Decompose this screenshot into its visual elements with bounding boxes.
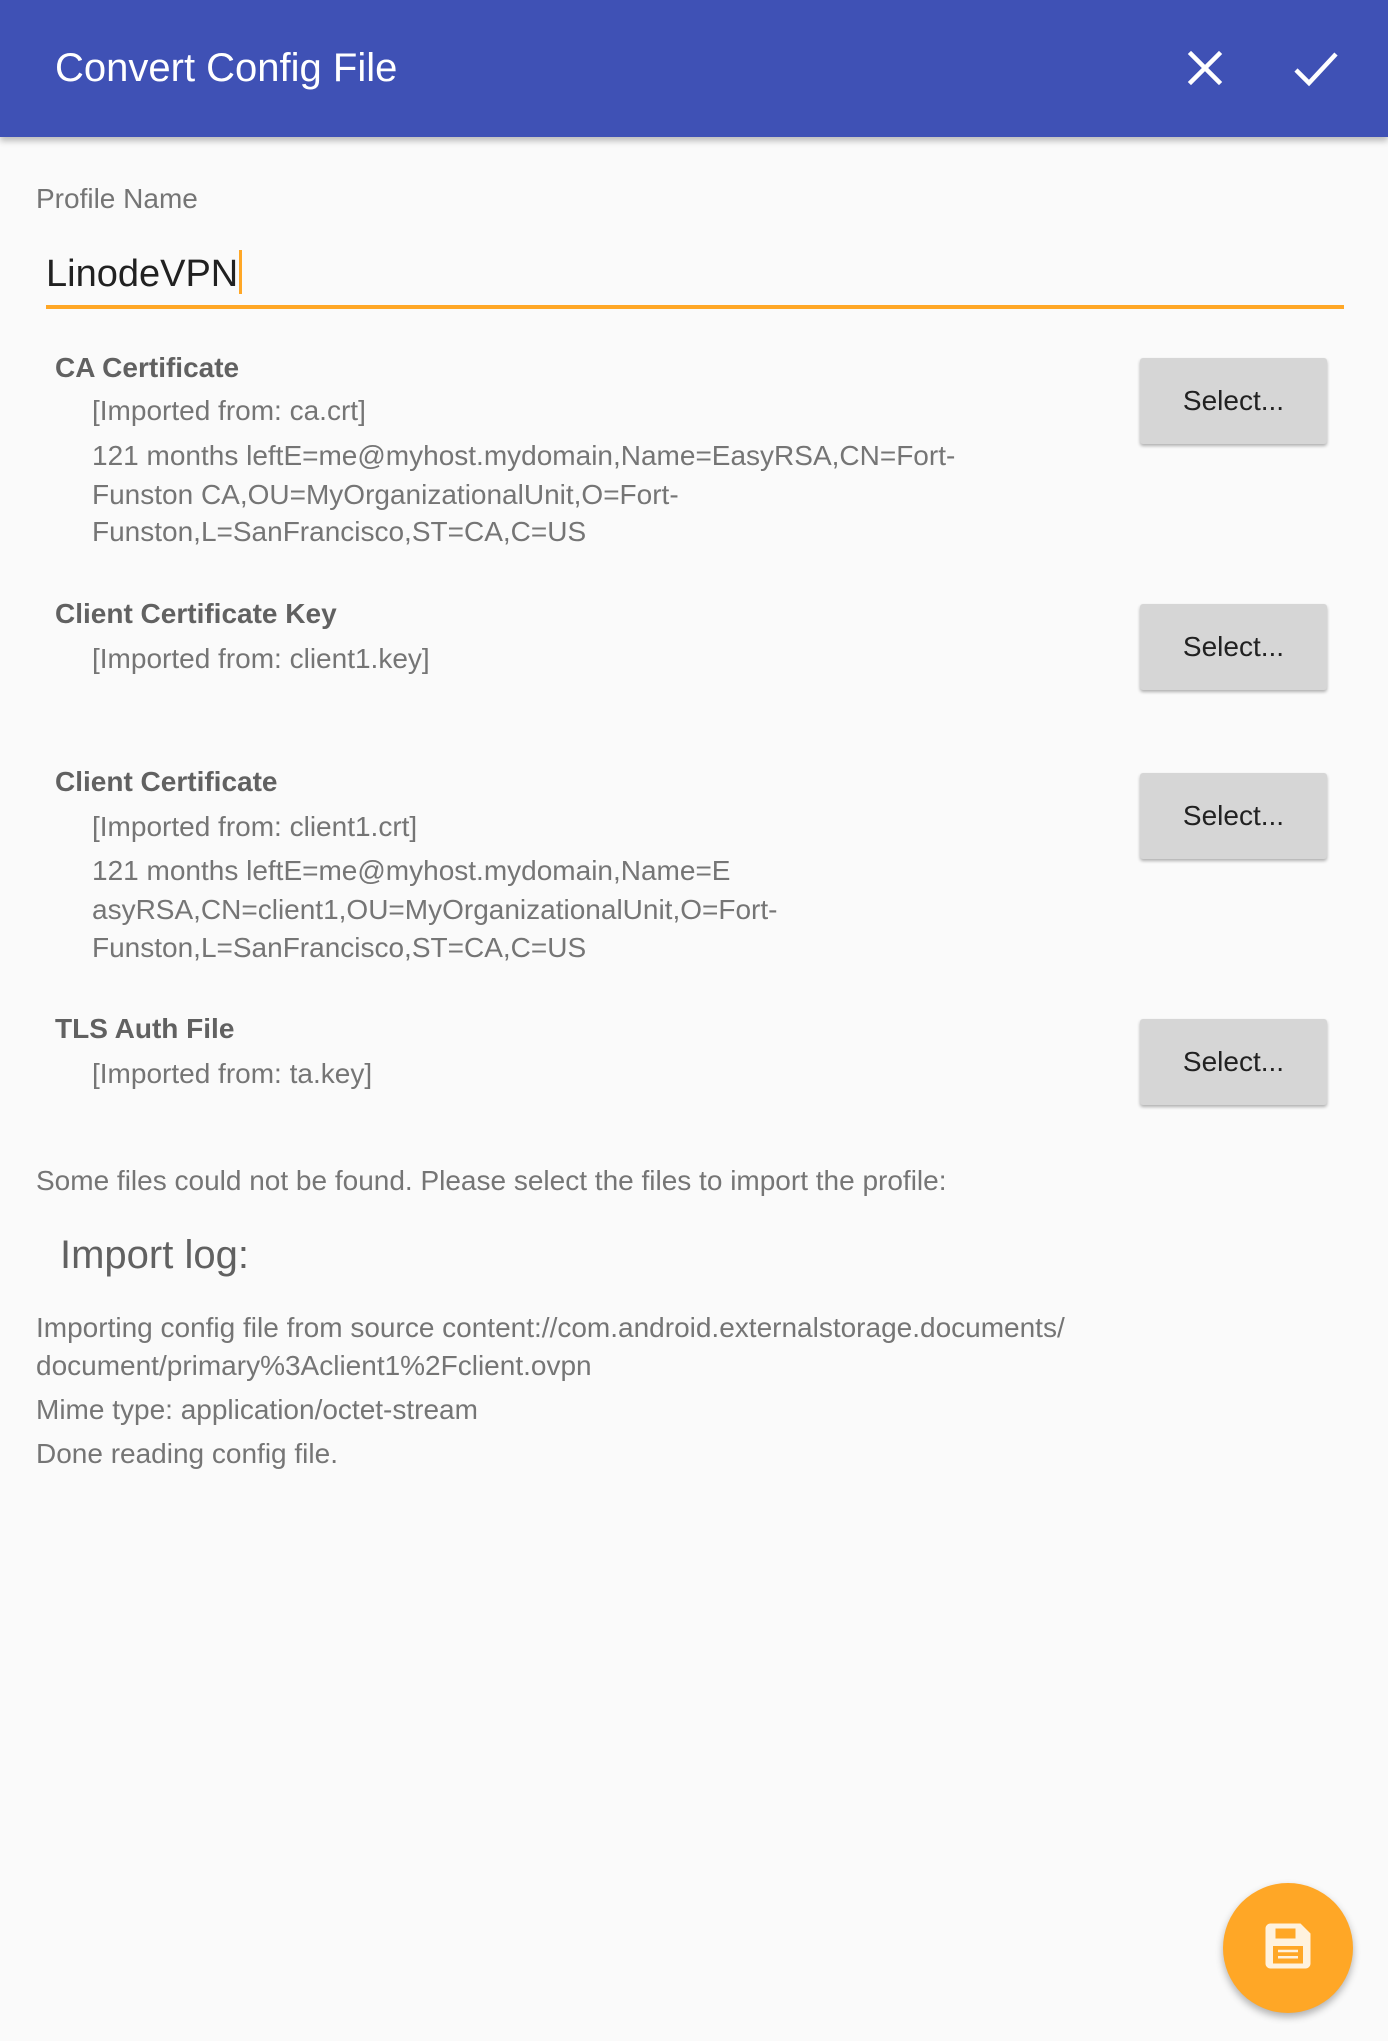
profile-name-label: Profile Name [36,183,198,214]
log-line: Done reading config file. [36,1438,338,1469]
import-log-title: Import log: [60,1233,249,1277]
input-underline [46,305,1344,309]
ca-certificate-detail: 121 months leftE=me@myhost.mydomain,Name… [92,440,956,471]
client-certificate-detail: [Imported from: client1.crt] [92,811,418,842]
select-client-key-button[interactable]: Select... [1140,604,1327,690]
ca-certificate-detail: Funston CA,OU=MyOrganizationalUnit,O=For… [92,479,679,510]
ca-certificate-heading: CA Certificate [55,352,240,383]
missing-files-message: Some files could not be found. Please se… [36,1165,947,1196]
app-toolbar: Convert Config File [0,0,1388,137]
ca-certificate-detail: [Imported from: ca.crt] [92,395,366,426]
text-cursor [239,250,243,294]
page-title: Convert Config File [55,46,398,90]
select-ca-certificate-button[interactable]: Select... [1140,358,1327,444]
select-client-certificate-button[interactable]: Select... [1140,773,1327,859]
client-certificate-detail: asyRSA,CN=client1,OU=MyOrganizationalUni… [92,894,778,925]
client-certificate-heading: Client Certificate [55,766,278,797]
client-certificate-detail: 121 months leftE=me@myhost.mydomain,Name… [92,855,731,886]
save-icon [1258,1916,1318,1981]
save-button[interactable] [1223,1883,1353,2013]
tls-auth-heading: TLS Auth File [55,1013,235,1044]
close-icon[interactable] [1175,38,1235,98]
check-icon[interactable] [1286,38,1346,98]
log-line: Mime type: application/octet-stream [36,1394,478,1425]
client-key-heading: Client Certificate Key [55,598,337,629]
client-key-detail: [Imported from: client1.key] [92,643,430,674]
profile-name-input[interactable]: LinodeVPN [46,250,243,297]
select-tls-auth-button[interactable]: Select... [1140,1019,1327,1105]
log-line: document/primary%3Aclient1%2Fclient.ovpn [36,1350,592,1381]
log-line: Importing config file from source conten… [36,1312,1065,1343]
tls-auth-detail: [Imported from: ta.key] [92,1058,373,1089]
client-certificate-detail: Funston,L=SanFrancisco,ST=CA,C=US [92,932,587,963]
profile-name-value: LinodeVPN [46,253,239,295]
ca-certificate-detail: Funston,L=SanFrancisco,ST=CA,C=US [92,516,587,547]
